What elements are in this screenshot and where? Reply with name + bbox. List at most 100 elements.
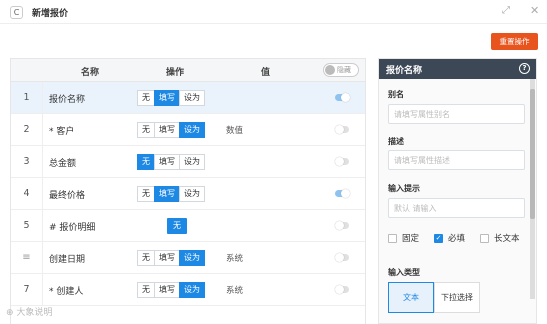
- switch-knob: [335, 125, 344, 134]
- option-fill-button[interactable]: 填写: [154, 186, 180, 202]
- header-value: 值: [261, 68, 271, 78]
- visibility-switch[interactable]: [335, 189, 350, 198]
- field-value: 数值: [226, 126, 244, 136]
- panel-header: 报价名称 ?: [379, 59, 536, 79]
- checkbox-required-label: 必填: [448, 234, 466, 244]
- panel-scrollbar[interactable]: [530, 79, 535, 299]
- checkbox-fixed[interactable]: 固定: [388, 232, 419, 244]
- desc-label: 描述: [388, 137, 404, 146]
- header-name: 名称: [81, 68, 100, 78]
- hide-toggle-knob: [325, 65, 335, 75]
- refresh-icon[interactable]: C: [10, 6, 23, 19]
- window-title: 新增报价: [32, 9, 69, 19]
- action-segmented-control: 无填写 设为: [137, 122, 205, 138]
- field-name: 总金额: [49, 159, 77, 169]
- field-name: 最终价格: [49, 191, 86, 201]
- hint-label: 输入提示: [388, 184, 420, 193]
- table-row[interactable]: ≡ 创建日期 无填写 设为 系统: [11, 242, 365, 274]
- checkbox-required-box[interactable]: ✓: [434, 233, 443, 243]
- switch-knob: [335, 157, 344, 166]
- option-set-button[interactable]: 设为: [179, 90, 205, 106]
- row-index: 7: [11, 274, 43, 305]
- option-none-button[interactable]: 无: [137, 250, 155, 266]
- switch-knob: [335, 285, 344, 294]
- action-segmented-control: 无填写 设为: [137, 154, 205, 170]
- option-set-button[interactable]: 设为: [179, 282, 205, 298]
- table-row[interactable]: 5 # 报价明细 无: [11, 210, 365, 242]
- field-name: * 客户: [49, 127, 75, 137]
- visibility-switch[interactable]: [335, 285, 349, 294]
- panel-title: 报价名称: [386, 66, 423, 76]
- switch-knob: [341, 189, 350, 198]
- field-name: * 创建人: [49, 287, 84, 297]
- table-row[interactable]: 4 最终价格 无填写 设为: [11, 178, 365, 210]
- checkbox-longtext-label: 长文本: [494, 234, 520, 244]
- option-none-button[interactable]: 无: [137, 90, 155, 106]
- option-fill-button[interactable]: 填写: [154, 90, 180, 106]
- visibility-switch[interactable]: [335, 93, 350, 102]
- input-type-dropdown[interactable]: 下拉选择: [434, 282, 480, 313]
- checkbox-fixed-box[interactable]: [388, 233, 397, 243]
- option-fill-button[interactable]: 填写: [154, 250, 180, 266]
- row-index: 5: [11, 210, 43, 241]
- field-value: 系统: [226, 254, 244, 264]
- table-row[interactable]: 1 报价名称 无填写 设为: [11, 82, 365, 114]
- checkbox-required[interactable]: ✓ 必填: [434, 232, 465, 244]
- option-set-button[interactable]: 设为: [179, 186, 205, 202]
- hide-toggle-label: 隐藏: [337, 66, 351, 74]
- help-icon[interactable]: ?: [519, 63, 530, 74]
- row-index: 3: [11, 146, 43, 177]
- option-none-button[interactable]: 无: [137, 154, 155, 170]
- visibility-switch[interactable]: [335, 157, 349, 166]
- input-type-text[interactable]: 文本: [388, 282, 434, 313]
- hide-toggle[interactable]: 隐藏: [323, 63, 359, 77]
- row-index: 2: [11, 114, 43, 145]
- watermark: ⊕ 大象说明: [6, 308, 53, 318]
- visibility-switch[interactable]: [335, 253, 349, 262]
- switch-knob: [335, 253, 344, 262]
- title-bar: C 新增报价 ⤢ ✕: [0, 0, 547, 24]
- option-none-button[interactable]: 无: [137, 186, 155, 202]
- option-none-button[interactable]: 无: [137, 282, 155, 298]
- field-name: # 报价明细: [49, 223, 96, 233]
- table-row[interactable]: 7 * 创建人 无填写 设为 系统: [11, 274, 365, 306]
- action-segmented-control: 无填写 设为: [137, 250, 205, 266]
- field-table: 名称 操作 值 隐藏 1 报价名称无填写 设为 2 * 客户无填写 设为 数值 3 总金额无填写…: [10, 58, 366, 324]
- option-fill-button[interactable]: 填写: [154, 154, 180, 170]
- switch-knob: [341, 93, 350, 102]
- checkbox-longtext[interactable]: 长文本: [480, 232, 520, 244]
- visibility-switch[interactable]: [335, 221, 349, 230]
- field-name: 创建日期: [49, 255, 86, 265]
- alias-label: 别名: [388, 90, 404, 99]
- table-row[interactable]: 3 总金额 无填写 设为: [11, 146, 365, 178]
- close-icon[interactable]: ✕: [530, 4, 539, 17]
- option-fill-button[interactable]: 填写: [154, 122, 180, 138]
- checkbox-fixed-label: 固定: [402, 234, 420, 244]
- action-segmented-control: 无填写 设为: [137, 282, 205, 298]
- option-none-button[interactable]: 无: [137, 122, 155, 138]
- reset-button[interactable]: 重置操作: [491, 33, 538, 50]
- field-value: 系统: [226, 286, 244, 296]
- drag-handle-icon[interactable]: ≡: [11, 242, 43, 273]
- table-row[interactable]: 2 * 客户 无填写 设为 数值: [11, 114, 365, 146]
- expand-icon[interactable]: ⤢: [502, 5, 510, 16]
- action-segmented-control: 无填写 设为: [137, 186, 205, 202]
- desc-input[interactable]: 请填写属性描述: [388, 150, 525, 170]
- option-set-button[interactable]: 设为: [179, 250, 205, 266]
- row-index: 4: [11, 178, 43, 209]
- option-none-button[interactable]: 无: [167, 218, 187, 234]
- field-name: 报价名称: [49, 95, 86, 105]
- option-set-button[interactable]: 设为: [179, 122, 205, 138]
- row-index: 1: [11, 82, 43, 113]
- switch-knob: [335, 221, 344, 230]
- alias-input[interactable]: 请填写属性别名: [388, 104, 525, 124]
- property-panel: 报价名称 ? 别名 请填写属性别名 描述 请填写属性描述 输入提示 默认 请输入…: [378, 58, 537, 324]
- visibility-switch[interactable]: [335, 125, 349, 134]
- option-fill-button[interactable]: 填写: [154, 282, 180, 298]
- input-type-label: 输入类型: [388, 268, 420, 277]
- table-header: 名称 操作 值 隐藏: [11, 59, 365, 82]
- hint-input[interactable]: 默认 请输入: [388, 198, 525, 218]
- option-set-button[interactable]: 设为: [179, 154, 205, 170]
- scrollbar-thumb[interactable]: [530, 89, 535, 219]
- checkbox-longtext-box[interactable]: [480, 233, 489, 243]
